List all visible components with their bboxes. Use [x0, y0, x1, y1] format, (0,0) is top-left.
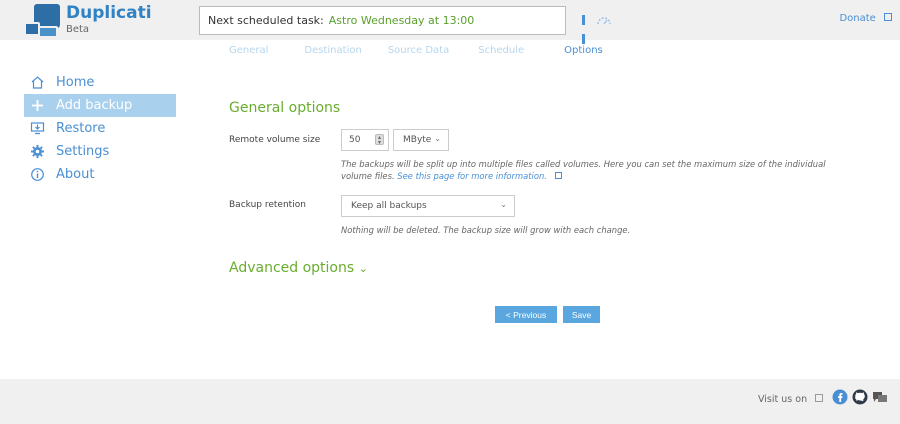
duplicati-logo[interactable] — [24, 4, 60, 38]
external-link-icon — [554, 172, 562, 179]
scheduled-task-box: Next scheduled task: Astro Wednesday at … — [199, 6, 566, 35]
visit-us-link[interactable]: Visit us on — [758, 394, 824, 405]
save-button[interactable]: Save — [563, 306, 600, 323]
sidebar: Home Add backup Restore Settings About — [24, 71, 176, 186]
donate-label[interactable]: Donate — [839, 13, 875, 24]
throttle-icon[interactable] — [596, 14, 612, 26]
task-label: Next scheduled task: — [208, 14, 324, 27]
external-link-icon — [884, 13, 892, 21]
gear-icon — [31, 145, 44, 158]
volume-size-value: 50 — [349, 135, 361, 145]
sidebar-item-home[interactable]: Home — [24, 71, 176, 94]
backup-retention-help: Nothing will be deleted. The backup size… — [341, 225, 631, 235]
sidebar-item-restore[interactable]: Restore — [24, 117, 176, 140]
remote-volume-size-label: Remote volume size — [229, 135, 321, 145]
footer: Visit us on — [0, 379, 900, 424]
visit-us-label: Visit us on — [758, 394, 808, 405]
sidebar-item-label: Home — [56, 75, 95, 90]
sidebar-item-about[interactable]: About — [24, 163, 176, 186]
facebook-icon[interactable] — [832, 389, 848, 405]
restore-icon — [30, 122, 45, 135]
backup-retention-select[interactable]: Keep all backups ⌄ — [341, 195, 515, 217]
tab-destination[interactable]: Destination — [304, 45, 361, 56]
brand-title[interactable]: Duplicati — [66, 3, 152, 23]
advanced-options-toggle[interactable]: Advanced options ⌄ — [229, 260, 368, 276]
volume-help-line1: The backups will be split up into multip… — [341, 159, 826, 169]
volume-size-input[interactable]: 50 ▴ ▾ — [341, 129, 389, 151]
forum-icon[interactable] — [872, 389, 888, 405]
pause-icon[interactable] — [582, 15, 590, 44]
chevron-down-icon: ⌄ — [500, 200, 507, 209]
previous-button[interactable]: < Previous — [495, 306, 557, 323]
backup-retention-label: Backup retention — [229, 200, 306, 210]
sidebar-item-settings[interactable]: Settings — [24, 140, 176, 163]
general-options-heading: General options — [229, 100, 341, 116]
tab-general[interactable]: General — [229, 45, 268, 56]
advanced-options-label: Advanced options — [229, 260, 355, 276]
home-icon — [31, 76, 44, 89]
header: Duplicati Beta Next scheduled task: Astr… — [0, 0, 900, 44]
volume-help-link[interactable]: See this page for more information. — [397, 171, 547, 181]
volume-unit-value: MByte — [403, 135, 432, 145]
volume-unit-select[interactable]: MByte ⌄ — [393, 129, 449, 151]
sidebar-item-label: Settings — [56, 144, 110, 159]
chevron-down-icon: ⌄ — [358, 262, 368, 275]
donate-link[interactable]: Donate — [839, 13, 892, 24]
github-icon[interactable] — [852, 389, 868, 405]
brand-subtitle: Beta — [66, 24, 90, 35]
backup-retention-value: Keep all backups — [351, 201, 427, 211]
sidebar-item-add-backup[interactable]: Add backup — [24, 94, 176, 117]
tab-schedule[interactable]: Schedule — [478, 45, 524, 56]
external-link-icon — [815, 394, 824, 402]
sidebar-item-label: Add backup — [56, 98, 133, 113]
tab-source-data[interactable]: Source Data — [388, 45, 449, 56]
task-value[interactable]: Astro Wednesday at 13:00 — [329, 14, 475, 27]
chevron-down-icon: ⌄ — [434, 134, 441, 143]
sidebar-item-label: About — [56, 167, 95, 182]
volume-size-help: The backups will be split up into multip… — [341, 158, 841, 182]
wizard-tabs: General Destination Source Data Schedule… — [229, 45, 603, 56]
volume-size-stepper[interactable]: ▴ ▾ — [375, 134, 384, 146]
plus-icon — [32, 100, 43, 111]
info-icon — [31, 168, 44, 181]
tab-options[interactable]: Options — [564, 45, 603, 56]
sidebar-item-label: Restore — [56, 121, 106, 136]
volume-help-line2: volume files. — [341, 171, 395, 181]
